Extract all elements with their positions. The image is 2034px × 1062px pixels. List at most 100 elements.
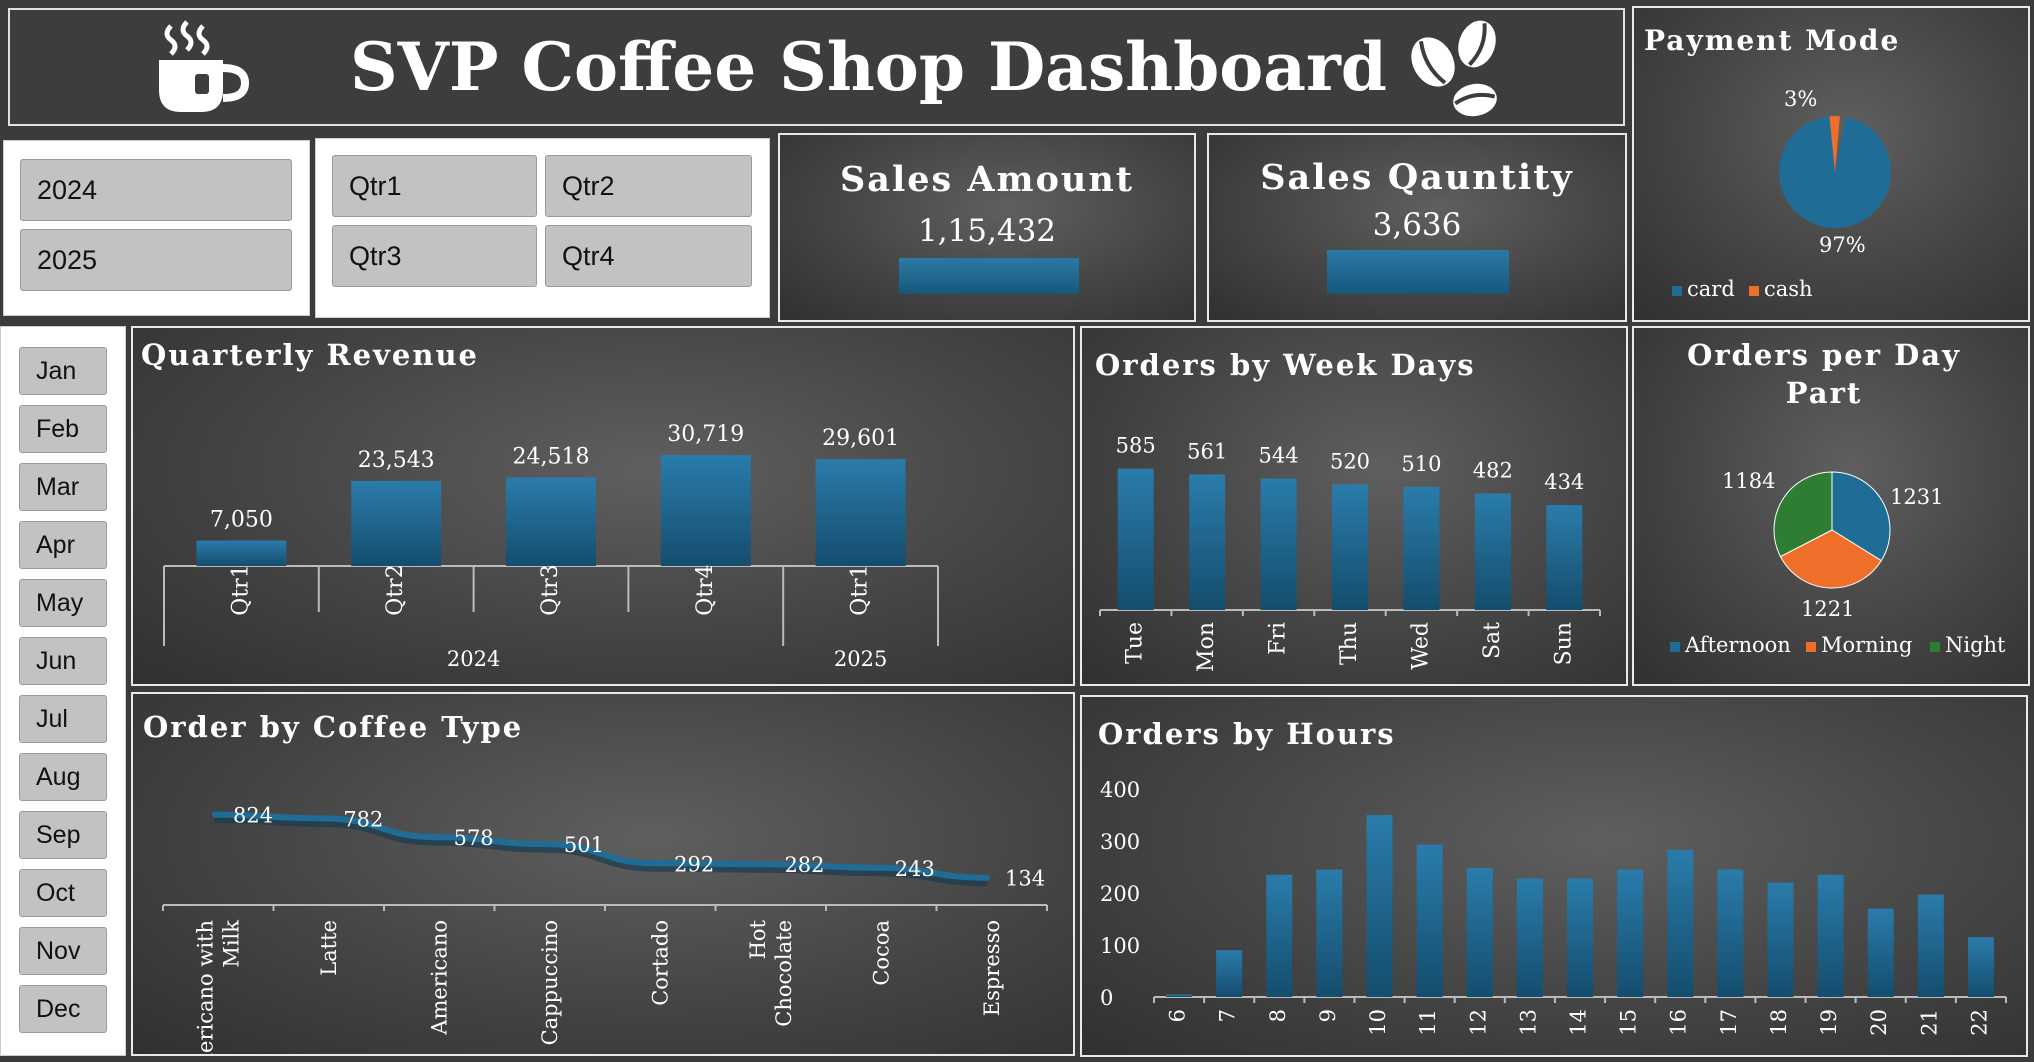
bar bbox=[1617, 869, 1644, 997]
legend-label-afternoon: Afternoon bbox=[1684, 633, 1791, 657]
x-tick-label: Qtr1 bbox=[848, 564, 873, 615]
data-label: 434 bbox=[1544, 470, 1584, 494]
quarter-button-qtr3[interactable]: Qtr3 bbox=[332, 225, 537, 287]
bar bbox=[1416, 844, 1443, 997]
legend-marker-night bbox=[1930, 642, 1940, 652]
x-tick-label: 15 bbox=[1617, 1009, 1641, 1036]
x-tick-label: 6 bbox=[1166, 1009, 1190, 1022]
bar bbox=[660, 455, 751, 566]
y-tick-label: 200 bbox=[1100, 882, 1140, 906]
y-tick-label: 400 bbox=[1100, 778, 1140, 802]
bar bbox=[506, 477, 596, 566]
orders-by-week-days-chart: 585 Tue 561 Mon 544 Fri 520 Thu 510 Wed 482 Sat 434 S… bbox=[1099, 434, 1601, 672]
x-tick-label: Thu bbox=[1337, 622, 1362, 665]
x-tick-label: Cocoa bbox=[869, 920, 893, 986]
data-label: 30,719 bbox=[667, 422, 744, 447]
group-label: 2025 bbox=[834, 647, 887, 671]
month-button-oct[interactable]: Oct bbox=[19, 869, 107, 917]
order-by-coffee-type-panel: Order by Coffee Type 824 782 578 501 292 282 2… bbox=[131, 692, 1075, 1056]
data-label: 23,543 bbox=[358, 448, 435, 473]
month-button-feb[interactable]: Feb bbox=[19, 405, 107, 453]
month-button-may[interactable]: May bbox=[19, 579, 107, 627]
x-tick-label: Qtr3 bbox=[538, 564, 563, 615]
coffee-cup-icon bbox=[159, 20, 250, 112]
bar bbox=[1316, 869, 1343, 997]
month-button-nov[interactable]: Nov bbox=[19, 927, 107, 975]
legend-marker-morning bbox=[1806, 642, 1816, 652]
data-label: 544 bbox=[1259, 444, 1299, 468]
x-tick-label: Americano bbox=[427, 920, 451, 1036]
bar bbox=[1817, 874, 1844, 997]
y-tick-label: 300 bbox=[1100, 830, 1140, 854]
quarterly-revenue-panel: Quarterly Revenue 7,050 Qtr1 23,543 Qtr2 24,… bbox=[131, 326, 1075, 686]
quarter-slicer: Qtr1 Qtr2 Qtr3 Qtr4 bbox=[315, 138, 770, 318]
y-tick-label: 100 bbox=[1100, 934, 1140, 958]
header-banner: SVP Coffee Shop Dashboard bbox=[8, 8, 1625, 126]
x-tick-label: Espresso bbox=[980, 920, 1004, 1016]
x-tick-label: 7 bbox=[1216, 1009, 1240, 1022]
year-button-2025[interactable]: 2025 bbox=[20, 229, 292, 291]
x-tick-label: 18 bbox=[1767, 1009, 1791, 1036]
sales-quantity-card: Sales Qauntity 3,636 bbox=[1207, 133, 1627, 322]
month-button-jun[interactable]: Jun bbox=[19, 637, 107, 685]
x-tick-label: Qtr4 bbox=[693, 564, 718, 615]
data-label: 7,050 bbox=[210, 508, 273, 533]
x-tick-label: Mon bbox=[1194, 622, 1219, 672]
orders-per-day-part-chart: 1231 1221 1184 Afternoon Morning Night bbox=[1670, 469, 2006, 657]
data-label: 243 bbox=[895, 857, 935, 881]
quarter-button-qtr4[interactable]: Qtr4 bbox=[545, 225, 752, 287]
bar bbox=[1117, 468, 1154, 610]
bar bbox=[1867, 908, 1894, 997]
quarter-button-qtr1[interactable]: Qtr1 bbox=[332, 155, 537, 217]
bar bbox=[1216, 950, 1243, 997]
dashboard-title: SVP Coffee Shop Dashboard bbox=[350, 28, 1387, 106]
legend-marker-cash bbox=[1749, 286, 1759, 296]
year-button-2024[interactable]: 2024 bbox=[20, 159, 292, 221]
x-tick-label: 17 bbox=[1717, 1009, 1741, 1036]
x-tick-label: Sat bbox=[1480, 622, 1505, 659]
month-button-aug[interactable]: Aug bbox=[19, 753, 107, 801]
month-slicer: Jan Feb Mar Apr May Jun Jul Aug Sep Oct … bbox=[0, 326, 126, 1056]
bar bbox=[1366, 815, 1393, 997]
month-button-apr[interactable]: Apr bbox=[19, 521, 107, 569]
pie-label-night: 1184 bbox=[1722, 469, 1775, 493]
month-button-sep[interactable]: Sep bbox=[19, 811, 107, 859]
bar bbox=[1266, 874, 1293, 997]
sales-quantity-value: 3,636 bbox=[1372, 207, 1462, 243]
data-label: 24,518 bbox=[513, 444, 590, 469]
x-tick-label: 12 bbox=[1466, 1009, 1490, 1036]
data-label: 510 bbox=[1401, 452, 1441, 476]
quarter-button-qtr2[interactable]: Qtr2 bbox=[545, 155, 752, 217]
sales-quantity-label: Sales Qauntity bbox=[1260, 157, 1574, 198]
x-tick-label: Qtr1 bbox=[228, 564, 253, 615]
month-button-dec[interactable]: Dec bbox=[19, 985, 107, 1033]
bar bbox=[1474, 493, 1511, 610]
legend-marker-afternoon bbox=[1670, 642, 1680, 652]
month-button-mar[interactable]: Mar bbox=[19, 463, 107, 511]
payment-mode-panel: Payment Mode 3% 97% card cash bbox=[1632, 6, 2030, 322]
year-slicer: 2024 2025 bbox=[3, 140, 310, 316]
x-tick-label: 21 bbox=[1917, 1009, 1941, 1036]
data-label: 585 bbox=[1116, 434, 1156, 458]
x-tick-label: Cortado bbox=[648, 920, 672, 1006]
orders-by-hours-chart: 0 100 200 300 400 6 7 8 9 10 11 12 13 14 15 16 17 18 19 20 2… bbox=[1100, 778, 2007, 1036]
x-tick-label: 13 bbox=[1516, 1009, 1540, 1036]
bar bbox=[1917, 894, 1944, 997]
orders-by-hours-panel: Orders by Hours 0 100 200 300 400 6 7 8 9 10 11 12 1… bbox=[1080, 695, 2028, 1057]
data-label: 561 bbox=[1187, 439, 1227, 463]
month-button-jan[interactable]: Jan bbox=[19, 347, 107, 395]
coffee-beans-icon bbox=[1411, 20, 1497, 117]
legend-label-card: card bbox=[1687, 277, 1735, 301]
x-tick-label: 11 bbox=[1416, 1009, 1440, 1036]
month-button-jul[interactable]: Jul bbox=[19, 695, 107, 743]
payment-mode-chart: 3% 97% card cash bbox=[1672, 87, 1891, 301]
sales-amount-bar bbox=[899, 258, 1079, 294]
bar bbox=[1332, 484, 1368, 610]
group-label: 2024 bbox=[447, 647, 500, 671]
data-label: 501 bbox=[564, 833, 604, 857]
data-label: 824 bbox=[233, 804, 273, 828]
bar bbox=[1260, 478, 1297, 610]
x-tick-label: HotChocolate bbox=[746, 919, 796, 1026]
legend-marker-card bbox=[1672, 286, 1682, 296]
bar bbox=[351, 480, 442, 566]
